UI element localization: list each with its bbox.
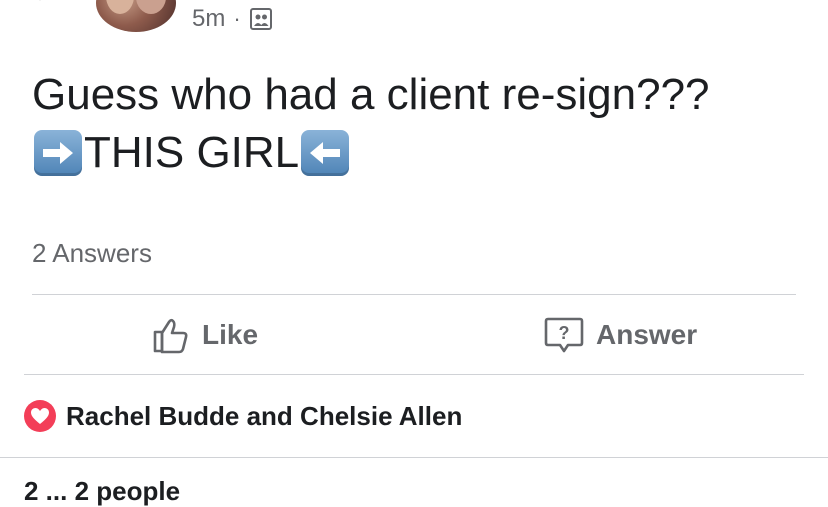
answers-count[interactable]: 2 Answers	[32, 238, 152, 269]
back-arrow-icon[interactable]	[30, 0, 60, 10]
partial-footer-text: 2 ... 2 people	[24, 476, 181, 506]
divider-top	[32, 294, 796, 295]
left-arrow-emoji-icon	[301, 130, 350, 176]
divider-middle	[24, 374, 804, 375]
post-body: Guess who had a client re-sign??? THIS G…	[32, 66, 802, 182]
post-text-emphasis: THIS GIRL	[84, 128, 300, 177]
heart-icon	[24, 400, 56, 432]
answer-button[interactable]: ? Answer	[544, 312, 697, 358]
meta-separator: ·	[233, 6, 241, 31]
thumbs-up-icon	[153, 318, 188, 354]
divider-bottom	[0, 457, 828, 458]
post-text-line1: Guess who had a client re-sign???	[32, 70, 710, 119]
reactions-row[interactable]: Rachel Budde and Chelsie Allen	[24, 396, 462, 436]
post-text-line2: THIS GIRL	[32, 124, 802, 182]
post-meta: 5m ·	[192, 4, 273, 34]
post-timestamp[interactable]: 5m	[192, 5, 225, 33]
answer-label: Answer	[596, 319, 698, 350]
avatar[interactable]	[96, 0, 176, 32]
svg-text:?: ?	[559, 323, 570, 343]
like-label: Like	[202, 319, 259, 350]
question-bubble-icon: ?	[544, 317, 584, 353]
reaction-names: Rachel Budde and Chelsie Allen	[66, 400, 463, 431]
like-button[interactable]: Like	[152, 312, 258, 358]
group-audience-icon	[249, 8, 272, 30]
right-arrow-emoji-icon	[34, 130, 82, 176]
